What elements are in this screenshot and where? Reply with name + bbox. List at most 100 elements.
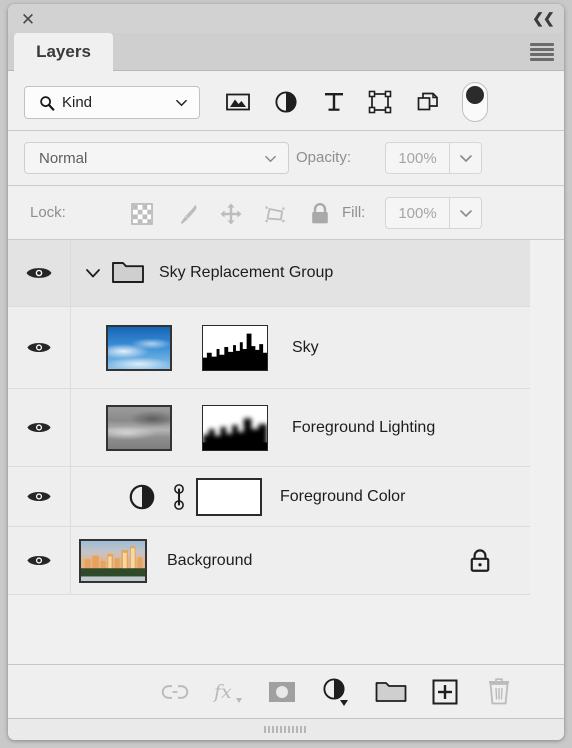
lock-artboard-nesting[interactable] — [260, 199, 290, 229]
search-icon — [40, 95, 55, 111]
trash-icon — [489, 678, 509, 705]
filter-kind-select[interactable]: Kind — [24, 86, 200, 119]
lock-label: Lock: — [30, 204, 66, 221]
layer-row-content: Foreground Color — [71, 467, 530, 526]
blend-mode-select[interactable]: Normal — [24, 142, 289, 174]
panel-resize-bar[interactable] — [8, 718, 564, 740]
chevron-down-icon — [176, 99, 187, 107]
new-layer-button[interactable] — [428, 676, 462, 708]
blend-mode-value: Normal — [39, 149, 88, 167]
city-skyline-mask — [203, 325, 267, 370]
panel-titlebar: ✕ ❮❮ — [8, 4, 564, 33]
half-circle-icon[interactable] — [128, 483, 156, 511]
layer-style-button[interactable]: fx — [211, 676, 245, 708]
layer-list: Sky Replacement Group Sky Foreground Lig… — [8, 240, 564, 664]
opacity-label: Opacity: — [296, 149, 352, 166]
table-row[interactable]: Background — [8, 527, 530, 595]
image-icon — [226, 93, 250, 111]
lock-image-pixels[interactable] — [172, 199, 202, 229]
layer-thumbnail[interactable] — [106, 404, 172, 451]
blend-opacity-bar: Normal Opacity: 100% — [8, 131, 564, 186]
layer-thumbnail[interactable] — [106, 324, 172, 371]
panel-tabstrip: Layers — [8, 33, 564, 71]
filter-smart-objects[interactable] — [412, 86, 444, 118]
layer-name: Foreground Color — [280, 487, 406, 505]
lock-transparent-pixels[interactable] — [127, 199, 157, 229]
filter-adjustment-layers[interactable] — [270, 86, 302, 118]
layer-visibility-toggle[interactable] — [8, 307, 71, 388]
chevron-down-icon — [459, 210, 472, 217]
half-circle-icon — [323, 678, 348, 706]
opacity-stepper[interactable] — [450, 142, 482, 174]
filter-shape-layers[interactable] — [364, 86, 396, 118]
layer-name: Foreground Lighting — [292, 418, 436, 436]
folder-icon — [112, 262, 144, 283]
eye-icon — [27, 491, 51, 502]
table-row[interactable]: Sky Replacement Group — [8, 240, 530, 307]
eye-icon — [27, 422, 51, 433]
lock-all[interactable] — [305, 199, 335, 229]
table-row[interactable]: Sky — [8, 307, 530, 389]
chevron-down-icon — [459, 155, 472, 162]
layer-name: Sky Replacement Group — [159, 264, 334, 281]
delete-layer-button[interactable] — [482, 676, 516, 708]
lock-position[interactable] — [216, 199, 246, 229]
layer-mask-thumbnail[interactable] — [202, 404, 268, 451]
layer-actions-toolbar: fx — [8, 664, 564, 718]
opacity-value: 100% — [398, 149, 437, 167]
shape-bounding-box-icon — [368, 90, 392, 114]
layer-color-swatch[interactable] — [196, 477, 262, 516]
table-row[interactable]: Foreground Color — [8, 467, 530, 527]
double-chevron-left-icon[interactable]: ❮❮ — [532, 8, 554, 28]
half-circle-icon — [275, 91, 297, 113]
filter-enable-toggle[interactable] — [462, 82, 488, 122]
eye-icon — [26, 268, 52, 278]
layer-row-content: Background — [71, 527, 530, 594]
close-icon[interactable]: ✕ — [18, 9, 38, 29]
lock-icon[interactable] — [468, 548, 492, 574]
layer-visibility-toggle[interactable] — [8, 467, 71, 526]
link-layers-button[interactable] — [158, 676, 192, 708]
layer-name: Sky — [292, 338, 319, 356]
chevron-down-icon — [265, 155, 276, 163]
new-group-button[interactable] — [374, 676, 408, 708]
layer-visibility-toggle[interactable] — [8, 389, 71, 466]
artboard-icon — [265, 206, 285, 223]
toggle-knob — [466, 86, 484, 104]
tab-layers[interactable]: Layers — [14, 33, 113, 71]
link-mask-icon[interactable] — [170, 483, 188, 511]
city-skyline-dusk-thumbnail — [81, 540, 145, 581]
folder-icon — [375, 682, 407, 702]
layer-name: Background — [167, 551, 253, 569]
opacity-input[interactable]: 100% — [385, 142, 450, 174]
layer-thumbnail[interactable] — [79, 538, 147, 583]
lock-icon — [312, 203, 328, 224]
fill-input[interactable]: 100% — [385, 197, 450, 229]
filter-kind-label: Kind — [62, 94, 93, 111]
layer-mask-thumbnail[interactable] — [202, 324, 268, 371]
filter-type-layers[interactable] — [318, 86, 350, 118]
layers-panel: ✕ ❮❮ Layers Kind Normal Opacity: 100% Lo… — [8, 4, 564, 740]
new-adjustment-layer-button[interactable] — [319, 676, 353, 708]
fill-stepper[interactable] — [450, 197, 482, 229]
chain-link-icon — [161, 685, 189, 699]
layer-row-content: Foreground Lighting — [71, 389, 530, 466]
grip-lines-icon — [264, 726, 306, 733]
hamburger-menu-icon[interactable] — [530, 43, 554, 61]
fill-value: 100% — [398, 204, 437, 222]
soft-skyline-gradient-mask — [203, 405, 267, 450]
add-layer-mask-button[interactable] — [265, 676, 299, 708]
tab-layers-label: Layers — [36, 42, 91, 61]
layer-visibility-toggle[interactable] — [8, 527, 71, 594]
checkerboard-icon — [131, 203, 153, 225]
eye-icon — [27, 342, 51, 353]
svg-text:fx: fx — [213, 681, 232, 703]
lock-bar: Lock: Fill: 100% — [8, 186, 564, 240]
filter-pixel-layers[interactable] — [222, 86, 254, 118]
table-row[interactable]: Foreground Lighting — [8, 389, 530, 467]
panel-body: Kind Normal Opacity: 100% Lock: Fill: 10… — [8, 71, 564, 740]
layer-visibility-toggle[interactable] — [8, 240, 71, 306]
chevron-down-icon[interactable] — [83, 263, 103, 283]
fill-label: Fill: — [342, 204, 366, 221]
layer-row-content: Sky — [71, 307, 530, 388]
